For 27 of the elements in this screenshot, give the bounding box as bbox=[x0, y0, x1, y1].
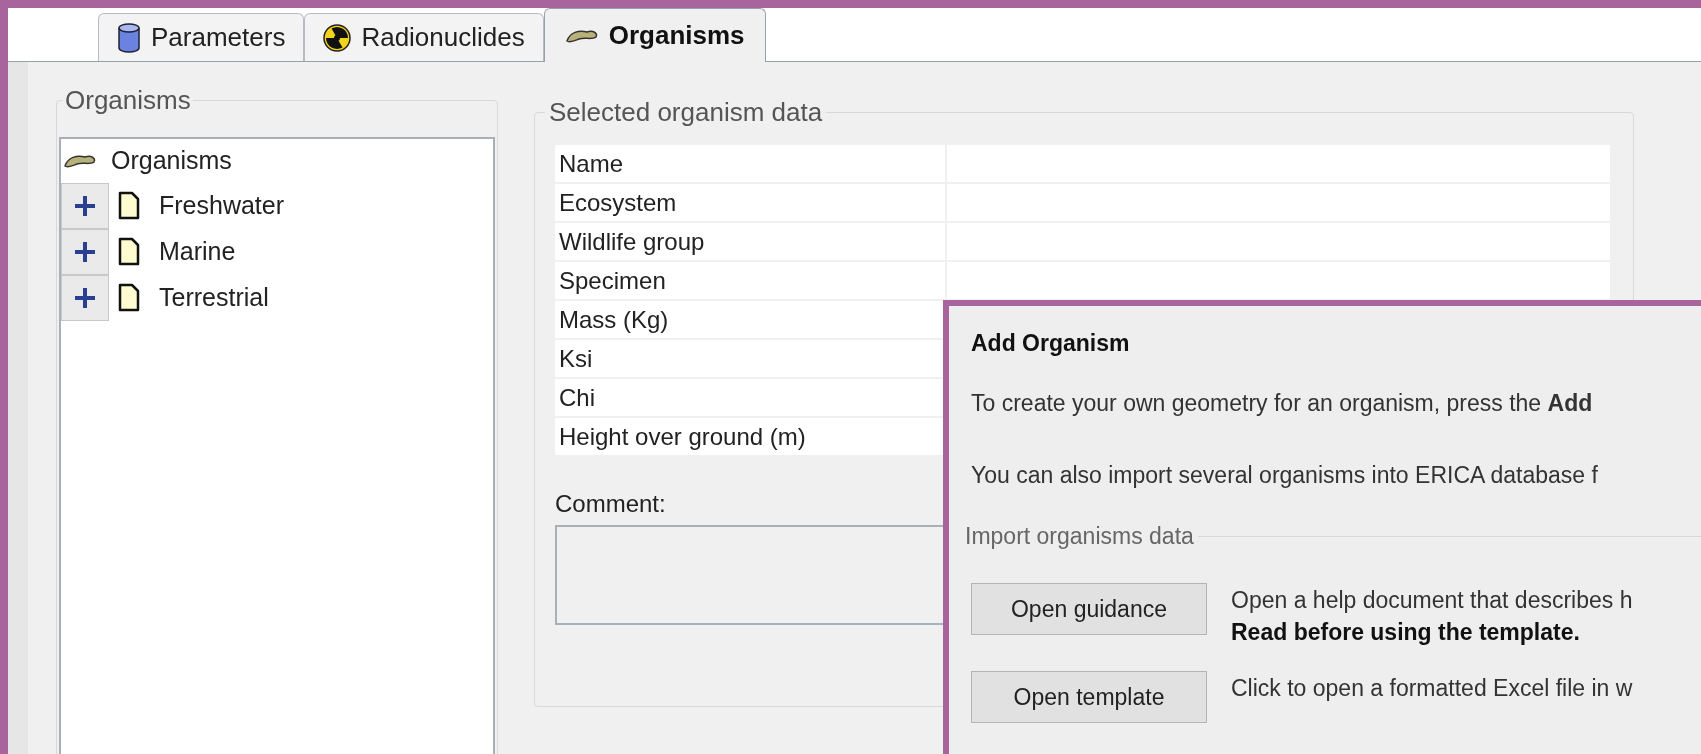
cylinder-icon bbox=[117, 22, 141, 53]
document-icon bbox=[117, 191, 141, 221]
comment-label: Comment: bbox=[555, 489, 667, 519]
tree-item[interactable]: Organisms bbox=[111, 142, 232, 180]
plus-icon bbox=[73, 194, 97, 218]
plus-icon bbox=[73, 286, 97, 310]
action-button[interactable]: Open template bbox=[971, 671, 1207, 723]
expand-button[interactable] bbox=[61, 183, 109, 229]
radiation-icon bbox=[323, 23, 352, 52]
warning-note: Read before using the template. bbox=[1231, 618, 1581, 647]
tree-item[interactable]: Marine bbox=[159, 233, 236, 271]
expand-button[interactable] bbox=[61, 275, 109, 321]
document-icon bbox=[117, 283, 141, 313]
tab[interactable]: Radionuclides bbox=[304, 13, 544, 61]
dialog-text: You can also import several organisms into ERICA database f bbox=[971, 461, 1599, 490]
tree-item[interactable]: Freshwater bbox=[159, 187, 285, 225]
dialog-title: Add Organism bbox=[971, 329, 1131, 358]
tab[interactable]: Organisms bbox=[543, 8, 766, 62]
plus-icon bbox=[73, 240, 97, 264]
action-description: Open a help document that describes h bbox=[1231, 586, 1633, 615]
tree-item[interactable]: Terrestrial bbox=[159, 279, 269, 317]
document-icon bbox=[117, 237, 141, 267]
expand-button[interactable] bbox=[61, 229, 109, 275]
action-button[interactable]: Open guidance bbox=[971, 583, 1207, 635]
dialog-text: To create your own geometry for an organism, press the Add bbox=[971, 389, 1594, 418]
action-description: Click to open a formatted Excel file in w bbox=[1231, 674, 1633, 703]
tab[interactable]: Parameters bbox=[98, 13, 305, 61]
